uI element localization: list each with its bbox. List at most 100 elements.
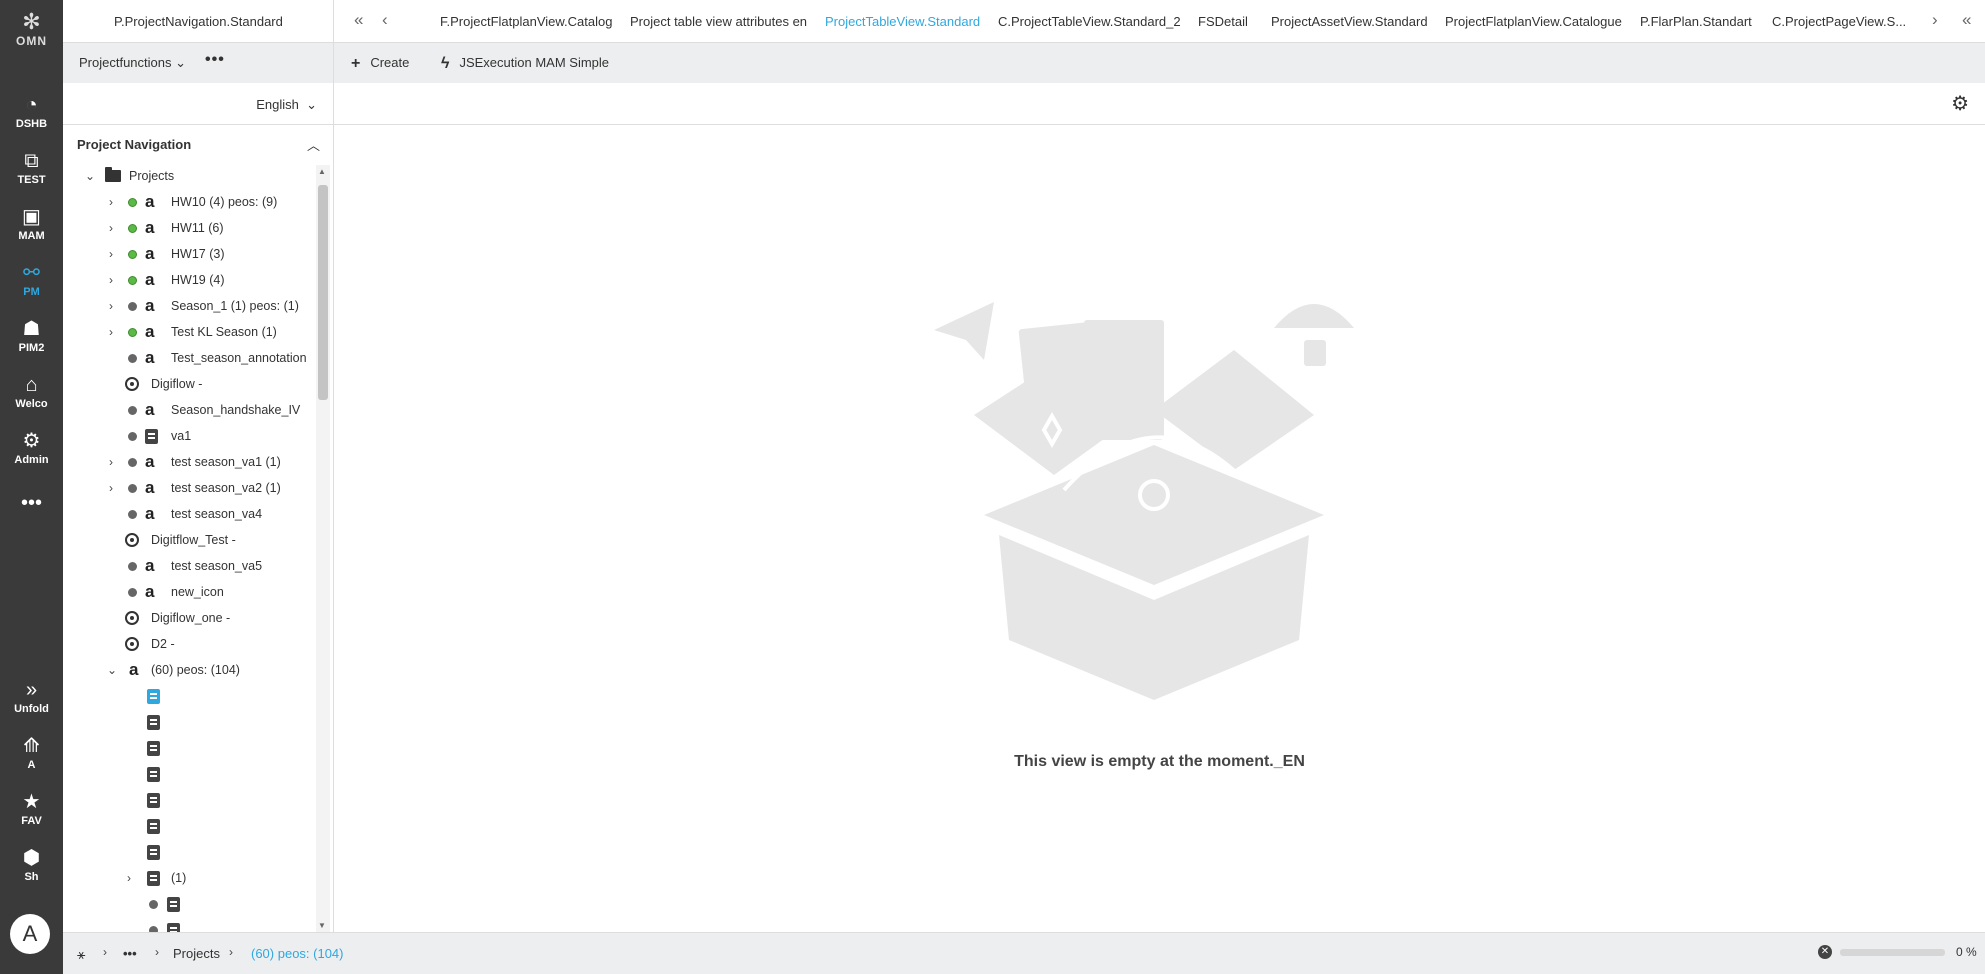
tree-item[interactable]: › a Test KL Season (1) xyxy=(63,319,313,345)
tab-flatplan-catalogue[interactable]: ProjectFlatplanView.Catalogue xyxy=(1445,14,1622,29)
tree-item[interactable]: › a HW11 (6) xyxy=(63,215,313,241)
tree-item[interactable]: › a test season_va1 (1) xyxy=(63,449,313,475)
chevron-right-icon[interactable]: › xyxy=(109,293,113,319)
chevron-right-icon[interactable]: › xyxy=(109,319,113,345)
rail-item-welco[interactable]: ⌂ Welco xyxy=(0,372,63,422)
scrollbar-thumb[interactable] xyxy=(318,185,328,400)
tree-item[interactable]: a Season_handshake_IV xyxy=(63,397,313,423)
rail-item-sh[interactable]: ⬢ Sh xyxy=(0,845,63,895)
tab-table-view-standard[interactable]: ProjectTableView.Standard xyxy=(825,14,980,29)
tree-item[interactable]: › a Season_1 (1) peos: (1) xyxy=(63,293,313,319)
rail-item-mam[interactable]: ▣ MAM xyxy=(0,204,63,254)
tabs-last-icon[interactable]: « xyxy=(1962,10,1971,30)
tree-item[interactable] xyxy=(63,891,313,917)
settings-gear-icon[interactable]: ⚙ xyxy=(1951,91,1969,116)
rail-item-label: Admin xyxy=(14,454,49,466)
chevron-right-icon[interactable]: › xyxy=(109,475,113,501)
chevron-right-icon[interactable]: › xyxy=(109,449,113,475)
tree-item[interactable]: a new_icon xyxy=(63,579,313,605)
tree-item[interactable] xyxy=(63,917,313,932)
navigation-toolbar: Projectfunctions ⌄ ••• xyxy=(63,43,334,83)
project-functions-dropdown[interactable]: Projectfunctions ⌄ xyxy=(79,55,186,71)
tree-item[interactable] xyxy=(63,839,313,865)
tree-item[interactable] xyxy=(63,683,313,709)
tree-scrollbar[interactable]: ▲ ▼ xyxy=(316,165,330,932)
chevron-down-icon[interactable]: ⌄ xyxy=(85,163,95,189)
tabs-first-icon[interactable]: « xyxy=(354,10,363,30)
tree-item[interactable]: › a HW10 (4) peos: (9) xyxy=(63,189,313,215)
tree-item[interactable]: Digitflow_Test - xyxy=(63,527,313,553)
tab-flatplan-catalog[interactable]: F.ProjectFlatplanView.Catalog xyxy=(440,14,612,29)
tree-item[interactable]: a Test_season_annotation xyxy=(63,345,313,371)
tree-item[interactable]: › a HW19 (4) xyxy=(63,267,313,293)
create-button[interactable]: + Create xyxy=(351,55,409,73)
tree-item[interactable] xyxy=(63,735,313,761)
tree-item[interactable]: a test season_va4 xyxy=(63,501,313,527)
chevron-right-icon[interactable]: › xyxy=(109,189,113,215)
chevron-right-icon[interactable]: › xyxy=(109,241,113,267)
breadcrumb-projects[interactable]: Projects xyxy=(173,946,220,961)
tab-table-attributes[interactable]: Project table view attributes en xyxy=(630,14,807,29)
status-dot-icon xyxy=(128,198,137,207)
book-icon xyxy=(147,741,160,756)
digiflow-icon xyxy=(125,637,139,651)
chevron-right-icon[interactable]: › xyxy=(109,215,113,241)
home-icon: ⌂ xyxy=(25,374,38,396)
season-a-icon: a xyxy=(145,504,155,523)
tab-page-view[interactable]: C.ProjectPageView.S... xyxy=(1772,14,1906,29)
tab-flarplan-standart[interactable]: P.FlarPlan.Standart xyxy=(1640,14,1752,29)
cancel-progress-icon[interactable]: ✕ xyxy=(1818,945,1832,959)
chevron-right-icon[interactable]: › xyxy=(127,865,131,891)
tree-item[interactable] xyxy=(63,787,313,813)
tree-item[interactable] xyxy=(63,813,313,839)
tabs-prev-icon[interactable]: ‹ xyxy=(382,10,388,30)
book-icon xyxy=(147,819,160,834)
gear-icon: ⚙ xyxy=(22,430,41,452)
tree-item[interactable] xyxy=(63,761,313,787)
tab-fsdetail[interactable]: FSDetail xyxy=(1198,14,1248,29)
breadcrumb-more-button[interactable]: ••• xyxy=(123,946,137,961)
language-select[interactable]: English ⌄ xyxy=(256,97,317,113)
tabs-next-icon[interactable]: › xyxy=(1932,10,1938,30)
tab-asset-view[interactable]: ProjectAssetView.Standard xyxy=(1271,14,1428,29)
scroll-down-icon[interactable]: ▼ xyxy=(318,921,326,930)
tree-item[interactable]: ⌄ a (60) peos: (104) xyxy=(63,657,313,683)
rail-item-test[interactable]: ⧉ TEST xyxy=(0,148,63,198)
chevron-down-icon[interactable]: ⌄ xyxy=(107,657,117,683)
more-actions-button[interactable]: ••• xyxy=(205,51,225,69)
breadcrumb-current[interactable]: (60) peos: (104) xyxy=(251,946,344,961)
chevron-right-icon[interactable]: › xyxy=(109,267,113,293)
tree-root-projects[interactable]: ⌄ Projects xyxy=(63,163,313,189)
chevron-down-icon: ⌄ xyxy=(306,97,317,112)
tree-item[interactable]: a test season_va5 xyxy=(63,553,313,579)
tab-table-view-standard-2[interactable]: C.ProjectTableView.Standard_2 xyxy=(998,14,1181,29)
rail-more-button[interactable]: ••• xyxy=(0,490,63,516)
book-icon xyxy=(167,897,180,912)
rail-item-unfold[interactable]: » Unfold xyxy=(0,677,63,727)
tree-item[interactable]: › (1) xyxy=(63,865,313,891)
rail-item-a[interactable]: ⟰ A xyxy=(0,733,63,783)
app-logo[interactable]: ✻ OMN xyxy=(0,10,63,49)
rail-item-admin[interactable]: ⚙ Admin xyxy=(0,428,63,478)
rail-item-label: FAV xyxy=(21,815,42,827)
rail-item-dshb[interactable]: ◔ DSHB xyxy=(0,92,63,142)
tree-item[interactable] xyxy=(63,709,313,735)
navigation-network-icon[interactable]: ⚹ xyxy=(77,946,85,963)
navigation-view-title[interactable]: P.ProjectNavigation.Standard xyxy=(114,14,283,29)
tree-item[interactable]: Digiflow - xyxy=(63,371,313,397)
tree-item[interactable]: D2 - xyxy=(63,631,313,657)
rail-item-pm[interactable]: ⚯ PM xyxy=(0,260,63,310)
view-settings-row: ⚙ xyxy=(334,83,1985,125)
user-avatar[interactable]: A xyxy=(10,914,50,954)
rail-item-label: TEST xyxy=(17,174,46,186)
jsexecution-button[interactable]: ϟ JSExecution MAM Simple xyxy=(441,55,609,73)
chevron-up-icon[interactable]: ︿ xyxy=(307,135,320,154)
rail-item-pim2[interactable]: ☗ PIM2 xyxy=(0,316,63,366)
tree-item[interactable]: Digiflow_one - xyxy=(63,605,313,631)
tree-item[interactable]: va1 xyxy=(63,423,313,449)
table-view-main: This view is empty at the moment._EN xyxy=(334,125,1985,932)
tree-item[interactable]: › a test season_va2 (1) xyxy=(63,475,313,501)
rail-item-fav[interactable]: ★ FAV xyxy=(0,789,63,839)
scroll-up-icon[interactable]: ▲ xyxy=(318,167,326,176)
tree-item[interactable]: › a HW17 (3) xyxy=(63,241,313,267)
